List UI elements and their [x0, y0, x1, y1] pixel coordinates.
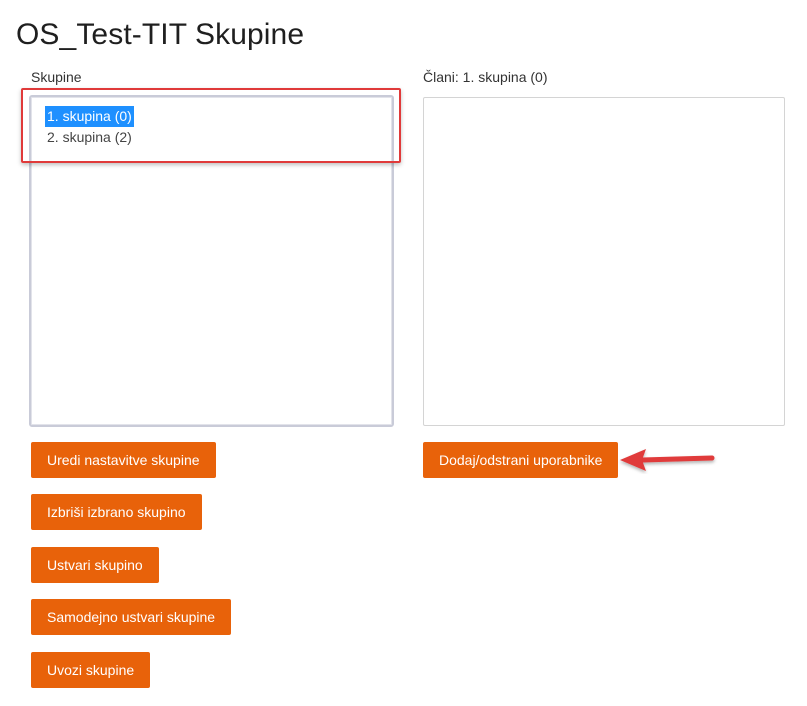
- groups-listbox[interactable]: 1. skupina (0) 2. skupina (2): [29, 95, 394, 427]
- group-option-2[interactable]: 2. skupina (2): [45, 127, 134, 148]
- members-label: Člani: 1. skupina (0): [423, 69, 548, 85]
- annotation-arrow-icon: [620, 449, 715, 471]
- groups-list: 1. skupina (0) 2. skupina (2): [45, 106, 134, 148]
- create-group-button[interactable]: Ustvari skupino: [31, 547, 159, 583]
- add-remove-users-button[interactable]: Dodaj/odstrani uporabnike: [423, 442, 619, 478]
- auto-create-groups-button[interactable]: Samodejno ustvari skupine: [31, 599, 232, 635]
- import-groups-button[interactable]: Uvozi skupine: [31, 652, 151, 688]
- groups-label: Skupine: [31, 69, 82, 85]
- delete-selected-group-button[interactable]: Izbriši izbrano skupino: [31, 494, 202, 530]
- edit-group-settings-button[interactable]: Uredi nastavitve skupine: [31, 442, 216, 478]
- members-listbox[interactable]: [423, 97, 785, 426]
- group-option-1[interactable]: 1. skupina (0): [45, 106, 134, 127]
- page-title: OS_Test-TIT Skupine: [16, 18, 305, 51]
